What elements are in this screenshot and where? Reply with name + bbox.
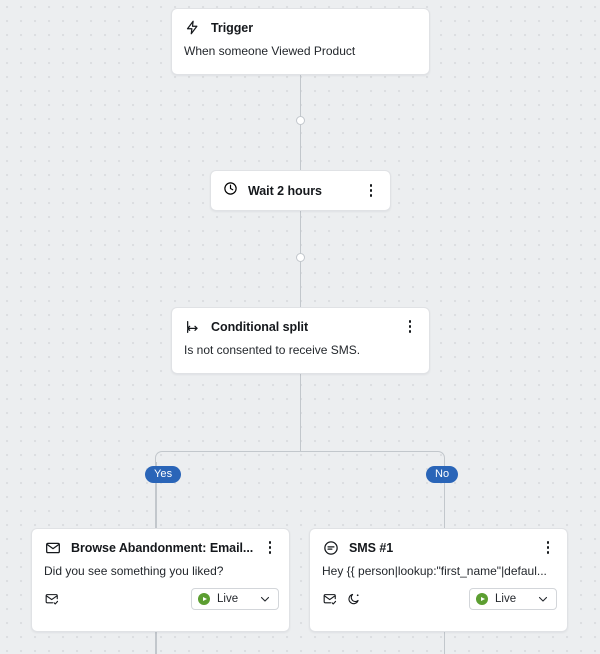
sms-card-header: SMS #1 (310, 529, 567, 556)
trigger-description: When someone Viewed Product (184, 44, 356, 58)
live-status-icon (476, 593, 488, 605)
email-status-select[interactable]: Live (191, 588, 279, 610)
connector-branch-bar (167, 450, 433, 452)
moon-smart-sending-icon (346, 592, 361, 607)
split-card-header: Conditional split (172, 308, 429, 335)
live-status-icon (198, 593, 210, 605)
sms-footer-icons (322, 592, 469, 607)
chevron-down-icon (259, 593, 271, 605)
split-title: Conditional split (211, 319, 309, 334)
connector-sms-out (443, 632, 445, 654)
chevron-down-icon (537, 593, 549, 605)
connector-email-out (155, 632, 157, 654)
sms-title: SMS #1 (349, 540, 394, 555)
flow-canvas[interactable]: Yes No Trigger When someone Viewed Produ… (0, 0, 600, 654)
email-preview-text: Did you see something you liked? (44, 564, 224, 578)
node-card-email[interactable]: Browse Abandonment: Email... Did you see… (31, 528, 290, 632)
email-footer-icons (44, 592, 191, 607)
split-description: Is not consented to receive SMS. (184, 343, 361, 357)
split-more-options-button[interactable] (403, 318, 417, 335)
wait-title: Wait 2 hours (248, 183, 322, 198)
email-title: Browse Abandonment: Email... (71, 540, 254, 555)
wait-card-row: Wait 2 hours (211, 171, 390, 210)
trigger-title: Trigger (211, 20, 254, 35)
sms-more-options-button[interactable] (541, 539, 555, 556)
trigger-card-header: Trigger (172, 9, 429, 36)
node-card-sms[interactable]: SMS #1 Hey {{ person|lookup:"first_name"… (309, 528, 568, 632)
split-branch-icon (184, 318, 201, 335)
sms-preview-text: Hey {{ person|lookup:"first_name"|defaul… (322, 564, 547, 578)
node-card-wait[interactable]: Wait 2 hours (210, 170, 391, 211)
email-status-label: Live (217, 593, 239, 605)
connector-split-to-branch (299, 374, 301, 452)
branch-label-no[interactable]: No (426, 466, 459, 483)
wait-more-options-button[interactable] (364, 182, 378, 199)
node-card-conditional-split[interactable]: Conditional split Is not consented to re… (171, 307, 430, 374)
envelope-check-icon (322, 592, 337, 607)
envelope-icon (44, 539, 61, 556)
node-card-trigger[interactable]: Trigger When someone Viewed Product (171, 8, 430, 75)
sms-card-footer: Live (310, 579, 567, 620)
branch-label-yes[interactable]: Yes (145, 466, 182, 483)
email-card-footer: Live (32, 579, 289, 620)
sms-status-label: Live (495, 593, 517, 605)
envelope-check-icon (44, 592, 59, 607)
clock-icon (223, 181, 238, 201)
chat-bubble-icon (322, 539, 339, 556)
email-more-options-button[interactable] (263, 539, 277, 556)
connector-node-1[interactable] (295, 116, 305, 125)
email-card-header: Browse Abandonment: Email... (32, 529, 289, 556)
sms-status-select[interactable]: Live (469, 588, 557, 610)
lightning-bolt-icon (184, 19, 201, 36)
connector-corner-left (155, 450, 168, 464)
connector-node-2[interactable] (295, 253, 305, 262)
